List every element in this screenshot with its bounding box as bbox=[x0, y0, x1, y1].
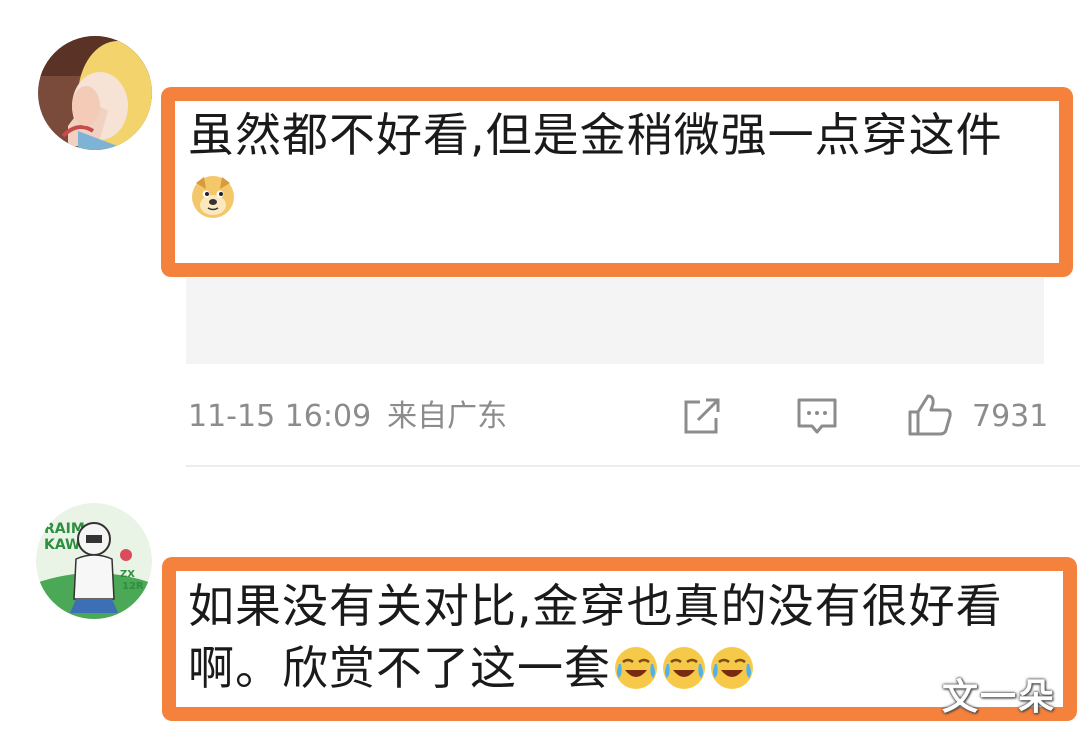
comment-meta: 11-15 16:09 来自广东 bbox=[188, 392, 523, 442]
avatar[interactable] bbox=[38, 36, 152, 150]
avatar[interactable]: RAIM KAWA ZX 12R bbox=[36, 503, 152, 619]
comment-text: 虽然都不好看,但是金稍微强一点穿这件 bbox=[188, 104, 1048, 228]
comment-image-placeholder[interactable] bbox=[186, 278, 1044, 364]
avatar-racer-girl-image: RAIM KAWA ZX 12R bbox=[36, 503, 152, 619]
comment-divider bbox=[186, 465, 1080, 467]
laugh-cry-emoji-icon bbox=[663, 647, 705, 689]
thumbs-up-icon[interactable] bbox=[906, 392, 954, 438]
laugh-cry-emoji-icon bbox=[615, 647, 657, 689]
comment-body: 如果没有关对比,金穿也真的没有很好看啊。欣赏不了这一套 bbox=[188, 579, 1003, 695]
doge-emoji-icon bbox=[192, 176, 234, 218]
laugh-cry-emoji-icon bbox=[711, 647, 753, 689]
watermark: 文一朵 bbox=[942, 677, 1057, 718]
like-count: 7931 bbox=[972, 399, 1049, 434]
svg-text:12R: 12R bbox=[122, 581, 144, 592]
avatar-facepalm-girl-image bbox=[38, 36, 152, 150]
comment-body: 虽然都不好看,但是金稍微强一点穿这件 bbox=[188, 108, 1003, 162]
comment-location: 来自广东 bbox=[387, 399, 508, 434]
share-icon[interactable] bbox=[680, 394, 724, 438]
comment-time: 11-15 16:09 bbox=[188, 399, 372, 434]
comment-icon[interactable] bbox=[795, 394, 839, 438]
comment-text: 如果没有关对比,金穿也真的没有很好看啊。欣赏不了这一套 bbox=[188, 575, 1058, 699]
svg-text:ZX: ZX bbox=[120, 569, 135, 580]
